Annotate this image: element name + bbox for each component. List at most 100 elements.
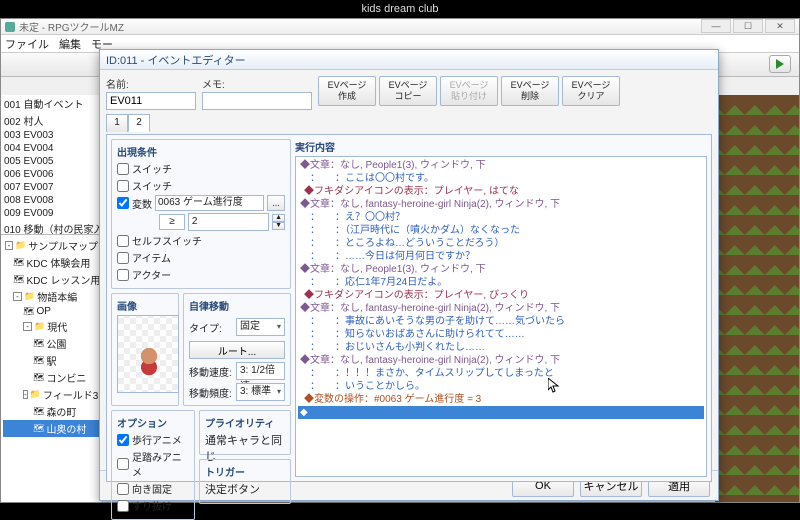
actor-label: アクター <box>132 267 171 282</box>
freq-label: 移動頻度: <box>189 385 233 400</box>
tree-expand-icon[interactable]: - <box>5 241 13 250</box>
tree-row[interactable]: 🗺コンビニ <box>3 369 100 386</box>
maximize-button[interactable]: ☐ <box>733 19 763 33</box>
event-command-list[interactable]: ◆文章：なし, People1(3), ウィンドウ, 下： ：ここは〇〇村です。… <box>295 156 707 477</box>
switch2-check[interactable] <box>117 180 129 192</box>
tree-row[interactable]: 🗺公園 <box>3 335 100 352</box>
tree-row[interactable]: -📁サンプルマップ <box>3 237 100 254</box>
tree-row[interactable]: 🗺KDC 体験会用 <box>3 254 100 271</box>
minimize-button[interactable]: — <box>701 19 731 33</box>
event-command-line[interactable]: ： ：ここは〇〇村です。 <box>298 172 704 185</box>
dir-fix-check[interactable] <box>117 483 129 495</box>
character-image[interactable] <box>117 315 179 393</box>
op-ge[interactable]: ≥ <box>159 214 185 230</box>
freq-select[interactable]: 3: 標準 <box>236 383 285 401</box>
item-check[interactable] <box>117 252 129 264</box>
tree-row[interactable]: 🗺森の町 <box>3 403 100 420</box>
variable-name-box[interactable]: 0063 ゲーム進行度 <box>155 195 264 211</box>
name-label: 名前: <box>106 76 196 91</box>
event-command-line[interactable]: ◆変数の操作：#0063 ゲーム進行度 = 3 <box>298 393 704 406</box>
event-command-line[interactable]: ： ：！！！まさか、タイムスリップしてしまったと <box>298 367 704 380</box>
tree-label: サンプルマップ <box>28 238 98 253</box>
type-label: タイプ: <box>189 320 233 335</box>
event-command-line[interactable]: ◆文章：なし, fantasy-heroine-girl Ninja(2), ウ… <box>298 302 704 315</box>
variable-check[interactable] <box>117 197 129 209</box>
variable-value-input[interactable]: 2 <box>188 213 269 231</box>
tree-expand-icon[interactable]: - <box>23 390 28 399</box>
ev-page-button[interactable]: EVページコピー <box>379 76 437 106</box>
event-command-line[interactable]: ： ：え？〇〇村？ <box>298 211 704 224</box>
close-button[interactable]: ✕ <box>765 19 795 33</box>
event-list-row[interactable]: 007 EV007 <box>1 181 102 194</box>
tree-expand-icon[interactable]: - <box>23 322 32 331</box>
event-list-row[interactable]: 010 移動（村の民家入 <box>1 220 102 235</box>
event-command-line[interactable]: ： ：知らないおばあさんに助けられてて…… <box>298 328 704 341</box>
type-select[interactable]: 固定 <box>236 318 285 336</box>
actor-check[interactable] <box>117 269 129 281</box>
ev-page-button: EVページ貼り付け <box>440 76 498 106</box>
switch2-label: スイッチ <box>132 178 172 193</box>
priority-select[interactable]: 通常キャラと同じ <box>205 432 285 450</box>
event-command-line[interactable]: ： ：（江戸時代に（噴火かダム）なくなった <box>298 224 704 237</box>
tree-row[interactable]: 🗺山奥の村 <box>3 420 100 437</box>
tree-row[interactable]: 🗺OP <box>3 305 100 318</box>
event-list-row[interactable]: 001 自動イベント <box>1 95 102 112</box>
variable-choose-button[interactable]: ... <box>267 195 285 211</box>
menu-file[interactable]: ファイル <box>5 36 49 52</box>
tree-label: KDC レッスン用 <box>26 272 100 287</box>
map-canvas[interactable] <box>715 95 799 502</box>
playtest-button[interactable] <box>769 55 791 73</box>
event-list-row[interactable]: 003 EV003 <box>1 129 102 142</box>
tree-row[interactable]: -📁物語本編 <box>3 288 100 305</box>
event-command-line[interactable]: ： ：……今日は何月何日ですか？ <box>298 250 704 263</box>
tree-expand-icon[interactable]: - <box>13 292 22 301</box>
event-list-row[interactable]: 009 EV009 <box>1 207 102 220</box>
ev-page-button[interactable]: EVページ削除 <box>501 76 559 106</box>
event-list-row[interactable]: 005 EV005 <box>1 155 102 168</box>
selfswitch-check[interactable] <box>117 235 129 247</box>
conditions-group: 出現条件 スイッチ スイッチ 変数 0063 ゲーム進行度 ... ≥ 2 <box>111 139 291 289</box>
tab-2[interactable]: 2 <box>128 114 150 132</box>
tab-1[interactable]: 1 <box>106 114 128 132</box>
event-command-line[interactable]: ◆文章：なし, fantasy-heroine-girl Ninja(2), ウ… <box>298 198 704 211</box>
walk-anim-check[interactable] <box>117 434 129 446</box>
left-panel: 001 自動イベント002 村人003 EV003004 EV004005 EV… <box>1 95 103 502</box>
event-command-line[interactable]: ◆文章：なし, People1(3), ウィンドウ, 下 <box>298 159 704 172</box>
route-button[interactable]: ルート... <box>189 341 285 359</box>
through-check[interactable] <box>117 500 129 512</box>
name-input[interactable] <box>106 92 196 110</box>
trigger-select[interactable]: 決定ボタン <box>205 481 285 499</box>
event-command-line[interactable]: ： ：いうことかしら。 <box>298 380 704 393</box>
map-tree[interactable]: -📁サンプルマップ🗺KDC 体験会用🗺KDC レッスン用-📁物語本編🗺OP-📁現… <box>1 235 102 502</box>
priority-group: プライオリティ 通常キャラと同じ <box>199 410 291 455</box>
tree-row[interactable]: 🗺KDC レッスン用 <box>3 271 100 288</box>
spin-buttons[interactable]: ▲▼ <box>272 214 285 230</box>
switch1-check[interactable] <box>117 163 129 175</box>
speed-select[interactable]: 3: 1/2倍速 <box>236 362 285 380</box>
tree-row[interactable]: -📁フィールド3 <box>3 386 100 403</box>
event-command-line[interactable]: ◆フキダシアイコンの表示：プレイヤー, びっくり <box>298 289 704 302</box>
event-list-row[interactable]: 008 EV008 <box>1 194 102 207</box>
tree-row[interactable]: 🗺駅 <box>3 352 100 369</box>
step-anim-check[interactable] <box>117 458 129 470</box>
event-list-row[interactable]: 002 村人 <box>1 112 102 129</box>
event-command-line[interactable]: ： ：事故にあいそうな男の子を助けて……気づいたら <box>298 315 704 328</box>
event-list-row[interactable]: 004 EV004 <box>1 142 102 155</box>
ev-page-button[interactable]: EVページ作成 <box>318 76 376 106</box>
tree-row[interactable]: -📁現代 <box>3 318 100 335</box>
event-list[interactable]: 001 自動イベント002 村人003 EV003004 EV004005 EV… <box>1 95 102 235</box>
event-command-line[interactable]: ◆フキダシアイコンの表示：プレイヤー, はてな <box>298 185 704 198</box>
event-command-line[interactable]: ： ：おじいさんも小判くれたし…… <box>298 341 704 354</box>
event-command-line[interactable]: ◆ <box>298 406 704 419</box>
ev-page-button[interactable]: EVページクリア <box>562 76 620 106</box>
event-command-line[interactable]: ： ：応仁1年7月24日だよ。 <box>298 276 704 289</box>
event-list-row[interactable]: 006 EV006 <box>1 168 102 181</box>
menu-edit[interactable]: 編集 <box>59 36 81 52</box>
event-command-line[interactable]: ◆文章：なし, fantasy-heroine-girl Ninja(2), ウ… <box>298 354 704 367</box>
memo-input[interactable] <box>202 92 312 110</box>
selfswitch-label: セルフスイッチ <box>132 233 202 248</box>
map-icon: 🗺 <box>33 372 44 383</box>
event-command-line[interactable]: ◆文章：なし, People1(3), ウィンドウ, 下 <box>298 263 704 276</box>
tree-label: 物語本編 <box>37 289 77 304</box>
event-command-line[interactable]: ： ：ところよね…どういうことだろう） <box>298 237 704 250</box>
